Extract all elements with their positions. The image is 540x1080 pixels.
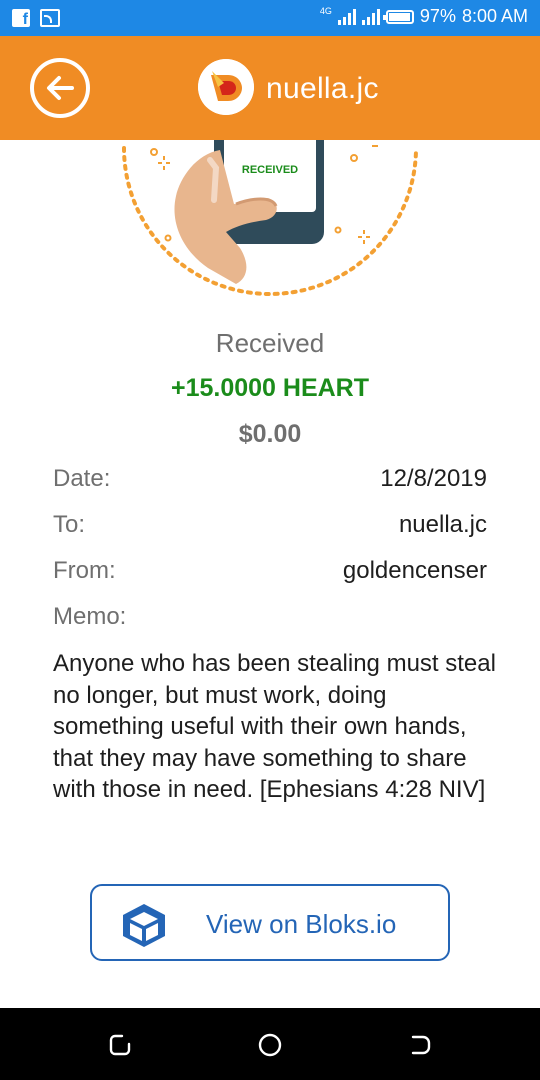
detail-row-memo: Memo: <box>53 603 487 635</box>
status-bar: f 4G 97% 8:00 AM <box>0 0 540 36</box>
to-label: To: <box>53 511 86 538</box>
received-illustration: RECEIVED <box>0 140 540 310</box>
cube-icon <box>123 904 165 947</box>
view-on-bloks-label: View on Bloks.io <box>206 909 397 939</box>
detail-row-date: Date: 12/8/2019 <box>53 465 487 497</box>
battery-percent: 97% <box>419 6 456 26</box>
cast-icon <box>40 9 60 27</box>
header-title: nuella.jc <box>266 72 379 105</box>
back-icon[interactable] <box>407 1032 433 1058</box>
transaction-amount: +15.0000 HEART <box>170 374 370 402</box>
signal-icon <box>337 8 356 25</box>
recent-apps-icon[interactable] <box>107 1032 133 1058</box>
clock: 8:00 AM <box>461 6 528 26</box>
memo-label: Memo: <box>53 603 127 630</box>
detail-row-to: To: nuella.jc <box>53 511 487 543</box>
app-header: nuella.jc <box>0 36 540 140</box>
arrow-left-icon <box>47 76 74 100</box>
to-value: nuella.jc <box>398 511 487 538</box>
hand-phone-illustration-icon: RECEIVED <box>122 140 418 296</box>
transaction-status: Received <box>215 328 325 358</box>
from-label: From: <box>53 557 116 584</box>
transaction-usd-value: $0.00 <box>238 420 302 448</box>
back-button[interactable] <box>30 58 90 118</box>
network-type: 4G <box>319 5 332 16</box>
memo-text: Anyone who has been stealing must steal … <box>53 650 496 803</box>
from-value: goldencenser <box>342 557 487 584</box>
detail-row-from: From: goldencenser <box>53 557 487 589</box>
battery-icon <box>382 9 414 24</box>
phone-screen-label: RECEIVED <box>242 164 298 176</box>
view-on-bloks-button[interactable]: View on Bloks.io <box>90 884 450 961</box>
home-icon[interactable] <box>257 1032 283 1058</box>
date-value: 12/8/2019 <box>380 465 487 492</box>
signal-icon <box>361 8 380 25</box>
facebook-icon: f <box>12 9 30 28</box>
heart-token-logo-icon <box>198 59 254 115</box>
date-label: Date: <box>53 465 111 492</box>
account-avatar <box>198 59 254 115</box>
system-navigation-bar <box>0 1008 540 1080</box>
